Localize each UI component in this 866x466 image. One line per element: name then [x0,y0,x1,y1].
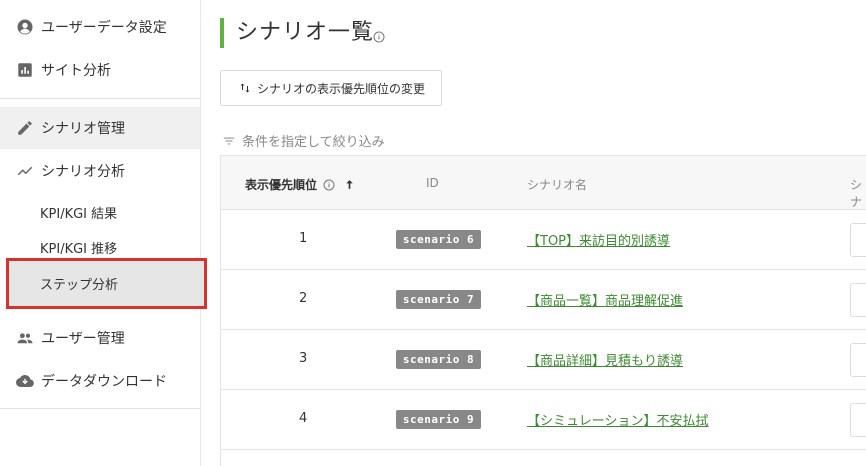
scenario-table: 表示優先順位 ID シナリオ名 シナ 1 scenario 6 【TOP】来訪目… [220,155,866,466]
sidebar-item-label: ユーザーデータ設定 [41,20,167,36]
scenario-id-badge: scenario 9 [396,410,481,429]
sidebar-item-user-data-settings[interactable]: ユーザーデータ設定 [0,15,200,39]
sidebar-item-user-management[interactable]: ユーザー管理 [0,326,200,350]
sort-arrows-icon [239,82,251,94]
sidebar-subitem-step-analysis[interactable]: ステップ分析 [40,274,118,293]
row-order: 1 [299,231,308,246]
sidebar-item-label: シナリオ管理 [41,121,125,137]
people-icon [16,329,34,347]
scenario-id-badge: scenario 7 [396,290,481,309]
row-order: 4 [299,411,308,426]
sidebar-item-label: サイト分析 [41,63,111,79]
pencil-icon [16,119,34,137]
table-row: 3 scenario 8 【商品詳細】見積もり誘導 [221,330,866,390]
filter-toggle[interactable]: 条件を指定して絞り込み [222,131,385,150]
filter-icon [222,134,236,148]
sidebar-item-label: データダウンロード [41,374,167,390]
scenario-id-badge: scenario 8 [396,350,481,369]
sidebar-item-data-download[interactable]: データダウンロード [0,369,200,393]
row-action-button[interactable] [850,403,866,437]
sidebar-divider [0,408,200,409]
table-row: 2 scenario 7 【商品一覧】商品理解促進 [221,270,866,330]
sidebar-subitem-kpi-kgi-result[interactable]: KPI/KGI 結果 [40,203,117,222]
scenario-name-link[interactable]: 【商品詳細】見積もり誘導 [527,350,683,369]
column-header-priority-label: 表示優先順位 [245,178,318,192]
sidebar: ユーザーデータ設定 サイト分析 シナリオ管理 シナリオ分析 KPI/KGI 結果… [0,0,207,466]
cloud-download-icon [16,372,34,390]
change-priority-order-label: シナリオの表示優先順位の変更 [257,81,426,96]
scenario-name-link[interactable]: 【商品一覧】商品理解促進 [527,290,683,309]
column-header-name: シナリオ名 [527,178,588,192]
table-header: 表示優先順位 ID シナリオ名 シナ [221,156,866,210]
row-action-button[interactable] [850,343,866,377]
info-icon[interactable] [373,28,385,43]
row-action-button[interactable] [850,223,866,257]
bar-chart-icon [16,61,34,79]
change-priority-order-button[interactable]: シナリオの表示優先順位の変更 [220,70,442,106]
title-accent-bar [220,18,224,48]
row-order: 3 [299,351,308,366]
sidebar-item-label: シナリオ分析 [41,164,125,180]
row-action-button[interactable] [850,283,866,317]
sidebar-divider [0,98,200,99]
sort-ascending-icon[interactable] [343,178,356,191]
table-row: 4 scenario 9 【シミュレーション】不安払拭 [221,390,866,450]
row-order: 2 [299,291,308,306]
sidebar-item-scenario-management[interactable]: シナリオ管理 [0,116,200,140]
scenario-id-badge: scenario 6 [396,230,481,249]
column-header-extra: シナ [850,178,863,209]
filter-label: 条件を指定して絞り込み [242,135,385,150]
column-header-id: ID [426,176,439,190]
table-row: 1 scenario 6 【TOP】来訪目的別誘導 [221,210,866,270]
trend-line-icon [16,162,34,180]
sidebar-item-site-analysis[interactable]: サイト分析 [0,58,200,82]
info-icon[interactable] [323,179,335,191]
scenario-name-link[interactable]: 【シミュレーション】不安払拭 [527,410,708,429]
scenario-name-link[interactable]: 【TOP】来訪目的別誘導 [527,230,670,249]
sidebar-subitem-kpi-kgi-trend[interactable]: KPI/KGI 推移 [40,238,117,257]
sidebar-item-label: ユーザー管理 [41,331,125,347]
column-header-priority[interactable]: 表示優先順位 [245,176,356,193]
sidebar-item-scenario-analysis[interactable]: シナリオ分析 [0,159,200,183]
user-circle-icon [16,18,34,36]
page-title: シナリオ一覧 [236,20,375,45]
